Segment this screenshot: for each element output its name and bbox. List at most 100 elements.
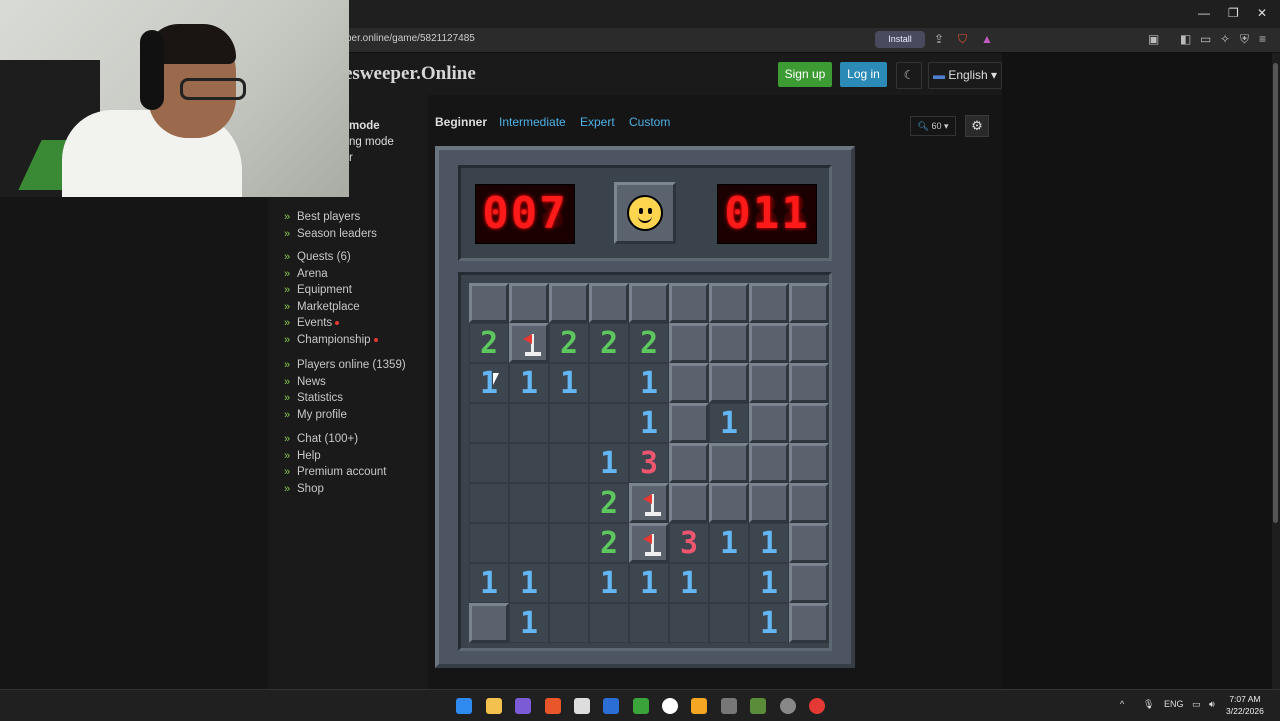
closed-cell[interactable] [709, 443, 749, 483]
closed-cell[interactable] [749, 363, 789, 403]
closed-cell[interactable] [589, 283, 629, 323]
reader-icon[interactable]: ◧ [1180, 32, 1191, 46]
empty-cell[interactable] [549, 523, 589, 563]
closed-cell[interactable] [669, 483, 709, 523]
number-cell[interactable]: 2 [469, 323, 509, 363]
clock[interactable]: 7:07 AM 3/22/2026 [1226, 693, 1264, 717]
closed-cell[interactable] [709, 363, 749, 403]
brave-icon[interactable] [545, 698, 561, 714]
xbox-icon[interactable] [633, 698, 649, 714]
menu-icon[interactable]: ≡ [1259, 32, 1266, 46]
sidebar-mode-fragment[interactable]: mode [349, 120, 380, 132]
login-button[interactable]: Log in [840, 62, 887, 87]
number-cell[interactable]: 1 [669, 563, 709, 603]
sidebar-item[interactable]: News [268, 376, 406, 393]
closed-cell[interactable] [789, 363, 829, 403]
closed-cell[interactable] [669, 323, 709, 363]
sidebar-item-championship[interactable]: Championship [268, 334, 378, 351]
share-icon[interactable]: ⇪ [934, 32, 944, 46]
minecraft-icon[interactable] [750, 698, 766, 714]
number-cell[interactable]: 1 [749, 523, 789, 563]
closed-cell[interactable] [749, 443, 789, 483]
start-icon[interactable] [456, 698, 472, 714]
smiley-button[interactable] [614, 182, 676, 244]
closed-cell[interactable] [669, 403, 709, 443]
vpn-icon[interactable]: ⛨ [1240, 32, 1249, 47]
sidebar-item-events[interactable]: Events [268, 317, 378, 334]
empty-cell[interactable] [549, 403, 589, 443]
sidebar-item[interactable]: Chat (100+) [268, 433, 386, 450]
number-cell[interactable]: 1 [629, 363, 669, 403]
empty-cell[interactable] [589, 403, 629, 443]
gear-icon[interactable]: ⚙ [965, 115, 989, 137]
minimize-icon[interactable]: — [1198, 6, 1210, 20]
closed-cell[interactable] [709, 483, 749, 523]
sidebar-item[interactable]: Premium account [268, 466, 386, 483]
google-icon[interactable] [662, 698, 678, 714]
closed-cell[interactable] [749, 283, 789, 323]
empty-cell[interactable] [509, 483, 549, 523]
empty-cell[interactable] [589, 363, 629, 403]
closed-cell[interactable] [749, 403, 789, 443]
sidebar-icon[interactable]: ▣ [1148, 32, 1159, 46]
close-icon[interactable]: ✕ [1257, 6, 1267, 20]
recording-icon[interactable] [809, 698, 825, 714]
tab-custom[interactable]: Custom [629, 115, 670, 129]
number-cell[interactable]: 1 [469, 563, 509, 603]
empty-cell[interactable] [669, 603, 709, 643]
sidebar-item[interactable]: Quests (6) [268, 251, 378, 268]
number-cell[interactable]: 1 [509, 363, 549, 403]
closed-cell[interactable] [509, 283, 549, 323]
number-cell[interactable]: 1 [749, 563, 789, 603]
empty-cell[interactable] [549, 603, 589, 643]
wallet-icon[interactable]: ▭ [1200, 32, 1211, 46]
signup-button[interactable]: Sign up [778, 62, 832, 87]
closed-cell[interactable] [629, 283, 669, 323]
obs-icon[interactable] [780, 698, 796, 714]
store-icon[interactable] [574, 698, 590, 714]
mail-icon[interactable] [603, 698, 619, 714]
closed-cell[interactable] [789, 603, 829, 643]
empty-cell[interactable] [629, 603, 669, 643]
closed-cell[interactable] [789, 323, 829, 363]
number-cell[interactable]: 2 [589, 483, 629, 523]
number-cell[interactable]: 1 [749, 603, 789, 643]
tab-beginner[interactable]: Beginner [435, 115, 487, 129]
install-button[interactable]: Install [875, 31, 925, 48]
empty-cell[interactable] [509, 403, 549, 443]
number-cell[interactable]: 2 [589, 323, 629, 363]
number-cell[interactable]: 2 [629, 323, 669, 363]
scrollbar-thumb[interactable] [1273, 63, 1278, 523]
number-cell[interactable]: 1 [549, 363, 589, 403]
app-icon[interactable] [691, 698, 707, 714]
number-cell[interactable]: 1 [629, 563, 669, 603]
empty-cell[interactable] [469, 483, 509, 523]
sidebar-mode-fragment[interactable]: r [349, 152, 353, 164]
maximize-icon[interactable]: ❐ [1228, 6, 1239, 20]
brave-shield-icon[interactable]: ⛉ [958, 32, 967, 47]
sidebar-item[interactable]: Marketplace [268, 301, 378, 318]
rewards-icon[interactable]: ▲ [981, 32, 993, 46]
number-cell[interactable]: 1 [469, 363, 509, 403]
input-language[interactable]: ENG [1164, 699, 1184, 709]
empty-cell[interactable] [549, 563, 589, 603]
tray-chevron-icon[interactable]: ^ [1120, 699, 1124, 709]
number-cell[interactable]: 3 [629, 443, 669, 483]
page-scrollbar[interactable] [1272, 53, 1280, 689]
language-select[interactable]: ▬ English ▾ [928, 62, 1002, 89]
closed-cell[interactable] [709, 323, 749, 363]
closed-cell[interactable] [749, 483, 789, 523]
empty-cell[interactable] [469, 523, 509, 563]
network-icon[interactable]: ▭ [1192, 699, 1201, 710]
flagged-cell[interactable] [629, 523, 669, 563]
microphone-icon[interactable]: 🎙︎ [1143, 699, 1154, 710]
url-text[interactable]: per.online/game/5821127485 [346, 33, 475, 44]
zoom-select[interactable]: 🔍︎ 60 ▾ [910, 116, 956, 136]
number-cell[interactable]: 1 [709, 523, 749, 563]
number-cell[interactable]: 3 [669, 523, 709, 563]
empty-cell[interactable] [509, 443, 549, 483]
closed-cell[interactable] [669, 363, 709, 403]
closed-cell[interactable] [709, 283, 749, 323]
closed-cell[interactable] [469, 283, 509, 323]
file-explorer-icon[interactable] [486, 698, 502, 714]
